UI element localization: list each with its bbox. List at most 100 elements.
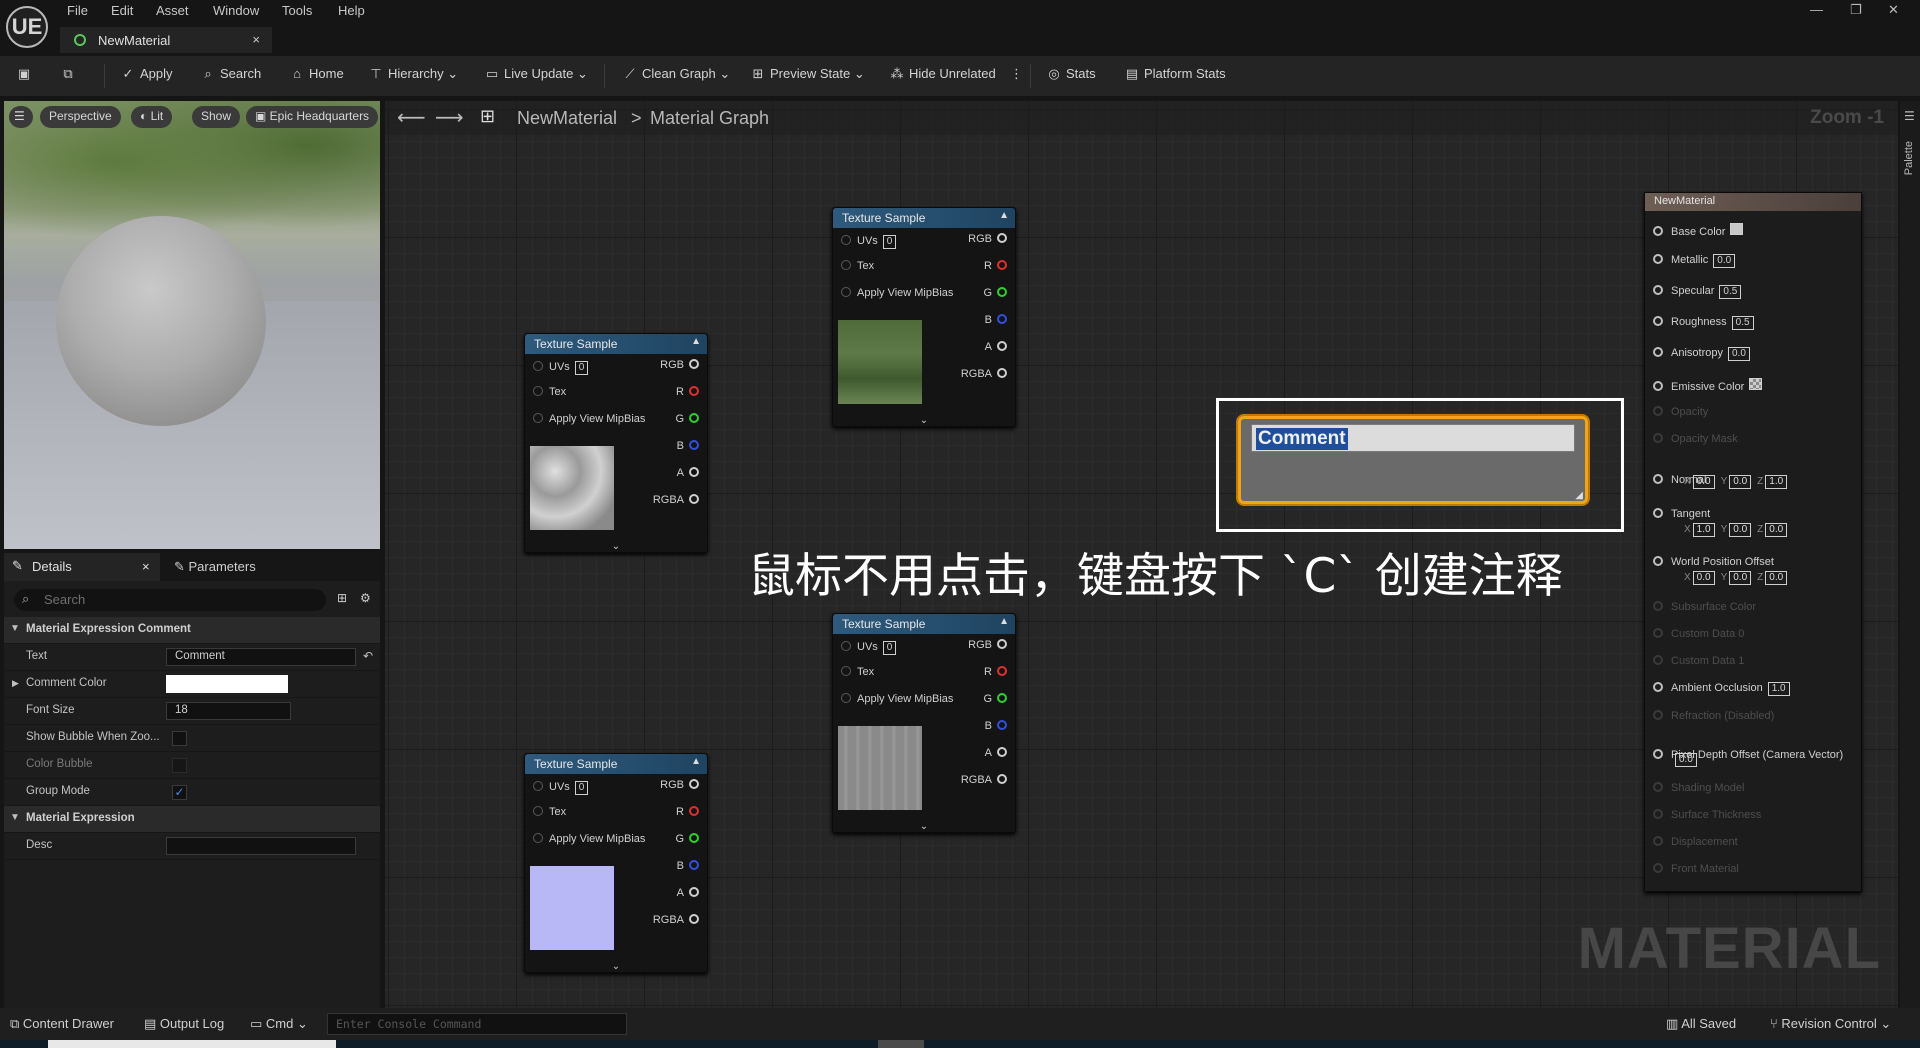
section-material-expression[interactable]: ▼ Material Expression <box>4 806 380 833</box>
output-pin-a[interactable]: A <box>677 887 699 899</box>
palette-sidebar[interactable]: ☰ Palette <box>1900 101 1920 1008</box>
output-pin-rgba[interactable]: RGBA <box>653 494 699 506</box>
output-pin-g[interactable]: G <box>675 413 699 425</box>
output-pin-g[interactable]: G <box>983 287 1007 299</box>
menu-tools[interactable]: Tools <box>282 3 312 18</box>
output-pin-rgb[interactable]: RGB <box>968 233 1007 245</box>
apply-button[interactable]: ✓ Apply <box>120 66 173 82</box>
tab-details[interactable]: ✎ Details × <box>4 553 160 581</box>
pin-tangent[interactable]: Tangent <box>1653 508 1710 520</box>
comment-box[interactable]: Comment ◢ <box>1238 416 1588 504</box>
collapse-icon[interactable]: ▲ <box>691 756 701 767</box>
base-color-swatch[interactable] <box>1730 223 1744 235</box>
output-pin-a[interactable]: A <box>985 747 1007 759</box>
output-pin-rgba[interactable]: RGBA <box>653 914 699 926</box>
section-material-expression-comment[interactable]: ▼ Material Expression Comment <box>4 617 380 644</box>
texture-sample-node[interactable]: Texture Sample ▲ UVs 0 Tex Apply View MipBias… <box>524 753 708 973</box>
collapse-icon[interactable]: ▲ <box>999 210 1009 221</box>
pin-tex[interactable]: Tex <box>533 386 566 398</box>
anisotropy-value[interactable]: 0.0 <box>1727 347 1750 361</box>
menu-help[interactable]: Help <box>338 3 365 18</box>
lit-button[interactable]: ◐ Lit <box>131 106 173 128</box>
pin-uvs[interactable]: UVs 0 <box>841 235 897 249</box>
pin-apply-view-mipbias[interactable]: Apply View MipBias <box>533 413 645 425</box>
resize-handle-icon[interactable]: ◢ <box>1575 490 1583 501</box>
details-search-input[interactable]: ⌕ Search <box>14 589 326 611</box>
pin-emissive-color[interactable]: Emissive Color <box>1653 378 1763 393</box>
menu-window[interactable]: Window <box>213 3 259 18</box>
tab-close-icon[interactable]: × <box>252 32 260 47</box>
breadcrumb-material-graph[interactable]: Material Graph <box>650 108 769 129</box>
pin-uvs[interactable]: UVs 0 <box>533 361 589 375</box>
pin-uvs[interactable]: UVs 0 <box>841 641 897 655</box>
tangent-vector[interactable]: X 1.0 Y 0.0 Z 0.0 <box>1684 523 1793 537</box>
pin-roughness[interactable]: Roughness 0.5 <box>1653 316 1754 330</box>
show-bubble-checkbox[interactable] <box>172 731 187 746</box>
material-graph-canvas[interactable]: ⟵ ⟶ ⊞ NewMaterial > Material Graph Zoom … <box>385 101 1898 1008</box>
color-bubble-checkbox[interactable] <box>172 758 187 773</box>
expand-chevron-icon[interactable]: ⌄ <box>833 415 1015 426</box>
specular-value[interactable]: 0.5 <box>1719 285 1742 299</box>
breadcrumb-newmaterial[interactable]: NewMaterial <box>517 108 617 129</box>
pdo-value-box[interactable]: 0.0 <box>1673 753 1703 767</box>
pin-world-position-offset[interactable]: World Position Offset <box>1653 556 1774 568</box>
close-button[interactable]: ✕ <box>1888 2 1899 18</box>
live-update-button[interactable]: ▭ Live Update ⌄ <box>484 66 588 82</box>
texture-sample-node[interactable]: Texture Sample ▲ UVs 0 Tex Apply View MipBias… <box>832 207 1016 427</box>
pin-base-color[interactable]: Base Color <box>1653 223 1744 238</box>
expand-arrow-icon[interactable]: ▶ <box>12 678 19 689</box>
tab-parameters[interactable]: ✎ Parameters <box>174 559 256 575</box>
ao-value[interactable]: 1.0 <box>1767 682 1790 696</box>
texture-sample-node[interactable]: Texture Sample ▲ UVs 0 Tex Apply View MipBias… <box>832 613 1016 833</box>
output-pin-a[interactable]: A <box>985 341 1007 353</box>
output-pin-rgba[interactable]: RGBA <box>961 368 1007 380</box>
text-field[interactable]: Comment <box>166 648 356 666</box>
pin-specular[interactable]: Specular 0.5 <box>1653 285 1742 299</box>
output-pin-r[interactable]: R <box>984 260 1007 272</box>
palette-menu-icon[interactable]: ☰ <box>1904 109 1915 123</box>
pin-anisotropy[interactable]: Anisotropy 0.0 <box>1653 347 1750 361</box>
tab-newmaterial[interactable]: NewMaterial × <box>60 27 272 53</box>
search-button[interactable]: ⌕ Search <box>200 66 261 82</box>
output-pin-rgb[interactable]: RGB <box>660 359 699 371</box>
pin-apply-view-mipbias[interactable]: Apply View MipBias <box>841 287 953 299</box>
roughness-value[interactable]: 0.5 <box>1731 316 1754 330</box>
metallic-value[interactable]: 0.0 <box>1713 254 1736 268</box>
console-command-input[interactable]: Enter Console Command <box>327 1013 627 1035</box>
output-pin-r[interactable]: R <box>676 386 699 398</box>
group-mode-checkbox[interactable]: ✓ <box>172 785 187 800</box>
collapse-icon[interactable]: ▲ <box>999 616 1009 627</box>
normal-vector[interactable]: X 0.0 Y 0.0 Z 1.0 <box>1684 475 1793 489</box>
save-icon[interactable]: ▣ <box>16 66 36 82</box>
restore-button[interactable]: ❐ <box>1850 2 1862 18</box>
cmd-dropdown[interactable]: ▭ Cmd ⌄ <box>250 1016 308 1032</box>
menu-asset[interactable]: Asset <box>156 3 189 18</box>
more-options-icon[interactable]: ⋮ <box>1010 66 1023 82</box>
hierarchy-button[interactable]: ⊤ Hierarchy ⌄ <box>368 66 458 82</box>
material-result-node[interactable]: NewMaterial Base Color Metallic 0.0 Specu… <box>1644 192 1862 892</box>
show-button[interactable]: Show <box>192 106 241 128</box>
expand-chevron-icon[interactable]: ⌄ <box>525 541 707 552</box>
home-button[interactable]: ⌂ Home <box>289 66 344 81</box>
pin-metallic[interactable]: Metallic 0.0 <box>1653 254 1736 268</box>
minimize-button[interactable]: — <box>1810 2 1823 17</box>
comment-title-input[interactable]: Comment <box>1251 424 1575 452</box>
pin-apply-view-mipbias[interactable]: Apply View MipBias <box>533 833 645 845</box>
hide-unrelated-button[interactable]: ⁂ Hide Unrelated <box>889 66 996 82</box>
output-pin-b[interactable]: B <box>985 314 1007 326</box>
perspective-button[interactable]: Perspective <box>40 106 121 128</box>
pin-tex[interactable]: Tex <box>841 260 874 272</box>
preview-state-button[interactable]: ⊞ Preview State ⌄ <box>750 66 865 82</box>
menu-file[interactable]: File <box>67 3 88 18</box>
forward-arrow-icon[interactable]: ⟶ <box>435 105 464 130</box>
content-drawer-button[interactable]: ⧉ Content Drawer <box>10 1016 114 1032</box>
platform-stats-button[interactable]: ▤ Platform Stats <box>1124 66 1226 82</box>
output-pin-rgba[interactable]: RGBA <box>961 774 1007 786</box>
viewport-menu-icon[interactable]: ☰ <box>9 106 33 128</box>
pin-tex[interactable]: Tex <box>533 806 566 818</box>
output-pin-rgb[interactable]: RGB <box>968 639 1007 651</box>
wpo-vector[interactable]: X 0.0 Y 0.0 Z 0.0 <box>1684 571 1793 585</box>
desc-field[interactable] <box>166 837 356 855</box>
taskbar-active-item[interactable] <box>48 1040 336 1048</box>
back-arrow-icon[interactable]: ⟵ <box>397 105 426 130</box>
